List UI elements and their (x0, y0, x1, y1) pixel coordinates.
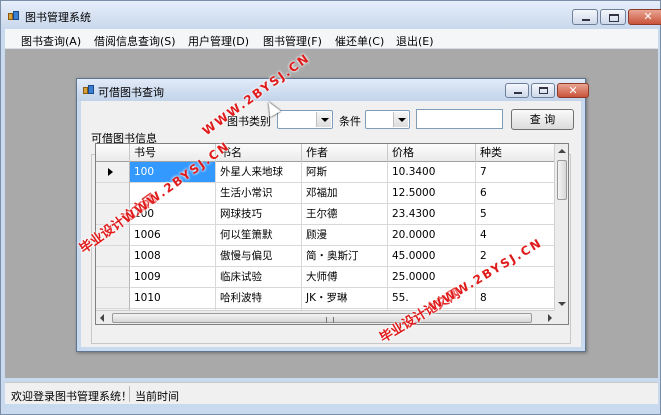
maximize-icon (609, 14, 619, 22)
scroll-up-icon[interactable] (558, 149, 566, 153)
main-window-controls: ✕ (570, 9, 661, 25)
cell-author[interactable]: 大师傅 (302, 267, 388, 288)
close-icon: ✕ (643, 10, 653, 23)
cell-kind[interactable]: 7 (476, 162, 556, 183)
cell-price[interactable]: 20.0000 (388, 225, 476, 246)
cell-author[interactable]: 顾漫 (302, 225, 388, 246)
chevron-down-icon[interactable] (316, 112, 331, 127)
status-welcome: 欢迎登录图书管理系统！ (11, 390, 132, 403)
status-time-label: 当前时间 (135, 390, 179, 403)
scroll-left-icon[interactable] (100, 314, 104, 322)
cell-kind[interactable]: 8 (476, 288, 556, 309)
row-header-corner (96, 144, 130, 162)
row-header[interactable] (96, 288, 130, 309)
chevron-down-icon[interactable] (393, 112, 408, 127)
status-bar: 欢迎登录图书管理系统！ 当前时间 (5, 382, 658, 404)
cell-kind[interactable]: 5 (476, 204, 556, 225)
cell-id[interactable]: 1008 (130, 246, 216, 267)
cell-name[interactable]: 外星人来地球 (216, 162, 302, 183)
column-header-kind[interactable]: 种类 (476, 144, 556, 162)
available-books-dialog: 可借图书查询 ✕ 图书类别 条件 查 询 可借图书信息 书号 书名 作者 价格 … (76, 78, 589, 352)
table-row[interactable]: 100 网球技巧 王尔德 23.4300 5 (96, 204, 556, 225)
vertical-scroll-thumb[interactable] (557, 160, 567, 200)
cell-author[interactable]: 王尔德 (302, 204, 388, 225)
books-grid[interactable]: 书号 书名 作者 价格 种类 100 外星人来地球 阿斯 10.3400 7 生活小常识邓… (95, 143, 569, 325)
category-combo[interactable] (277, 110, 333, 129)
dialog-title-bar[interactable]: 可借图书查询 ✕ (77, 79, 589, 101)
table-row[interactable]: 1006 何以笙箫默 顾漫 20.0000 4 (96, 225, 556, 246)
cell-kind[interactable]: 4 (476, 225, 556, 246)
dialog-close-button[interactable]: ✕ (557, 83, 589, 98)
menu-book-management[interactable]: 图书管理(F) (263, 33, 322, 49)
menu-user-management[interactable]: 用户管理(D) (188, 33, 249, 49)
cell-id[interactable]: 1006 (130, 225, 216, 246)
vertical-scrollbar[interactable] (554, 144, 568, 310)
cell-price[interactable]: 10.3400 (388, 162, 476, 183)
cell-author[interactable]: 邓福加 (302, 183, 388, 204)
horizontal-scrollbar[interactable] (96, 310, 556, 324)
cell-author[interactable]: 阿斯 (302, 162, 388, 183)
cell-price[interactable]: 12.5000 (388, 183, 476, 204)
dialog-minimize-button[interactable] (505, 83, 529, 98)
table-row[interactable]: 100 外星人来地球 阿斯 10.3400 7 (96, 162, 556, 183)
cell-name[interactable]: 生活小常识 (216, 183, 302, 204)
cell-id[interactable]: 1010 (130, 288, 216, 309)
cell-author[interactable]: JK・罗琳 (302, 288, 388, 309)
minimize-icon (582, 19, 590, 21)
menu-borrow-info-query[interactable]: 借阅信息查询(S) (94, 33, 176, 49)
close-button[interactable]: ✕ (628, 9, 661, 25)
menu-exit[interactable]: 退出(E) (396, 33, 434, 49)
dialog-maximize-button[interactable] (531, 83, 555, 98)
dialog-body: 图书类别 条件 查 询 可借图书信息 书号 书名 作者 价格 种类 100 外星人… (81, 101, 581, 347)
row-header[interactable] (96, 183, 130, 204)
row-header[interactable] (96, 162, 130, 183)
maximize-icon (539, 87, 548, 94)
close-icon: ✕ (568, 84, 578, 97)
column-header-author[interactable]: 作者 (302, 144, 388, 162)
cell-price[interactable]: 23.4300 (388, 204, 476, 225)
dialog-title: 可借图书查询 (98, 86, 164, 99)
condition-label: 条件 (339, 115, 361, 128)
menu-reminder[interactable]: 催还单(C) (335, 33, 384, 49)
cell-author[interactable]: 简・奥斯汀 (302, 246, 388, 267)
app-icon (8, 11, 20, 21)
dialog-icon (83, 85, 95, 95)
minimize-button[interactable] (572, 9, 598, 25)
cell-name[interactable]: 傲慢与偏见 (216, 246, 302, 267)
current-row-arrow-icon (108, 168, 113, 176)
dialog-window-controls: ✕ (503, 83, 589, 98)
cell-name[interactable]: 哈利波特 (216, 288, 302, 309)
cell-price[interactable]: 45.0000 (388, 246, 476, 267)
row-header[interactable] (96, 246, 130, 267)
table-row[interactable]: 1008 傲慢与偏见 简・奥斯汀 45.0000 2 (96, 246, 556, 267)
grid-header: 书号 书名 作者 价格 种类 (96, 144, 568, 162)
search-input[interactable] (416, 109, 503, 129)
cell-name[interactable]: 何以笙箫默 (216, 225, 302, 246)
main-window-title: 图书管理系统 (25, 11, 91, 24)
maximize-button[interactable] (600, 9, 626, 25)
table-row[interactable]: 1010 哈利波特 JK・罗琳 55. 8 (96, 288, 556, 309)
status-separator (129, 386, 130, 402)
scroll-down-icon[interactable] (558, 302, 566, 306)
minimize-icon (514, 92, 522, 94)
cell-name[interactable]: 网球技巧 (216, 204, 302, 225)
menu-bar: 图书查询(A) 借阅信息查询(S) 用户管理(D) 图书管理(F) 催还单(C)… (5, 29, 658, 49)
scroll-corner (554, 310, 568, 324)
cell-name[interactable]: 临床试验 (216, 267, 302, 288)
main-title-bar[interactable]: 图书管理系统 ✕ (1, 1, 661, 29)
scroll-right-icon[interactable] (548, 314, 552, 322)
column-header-price[interactable]: 价格 (388, 144, 476, 162)
query-button[interactable]: 查 询 (511, 109, 574, 130)
menu-book-query[interactable]: 图书查询(A) (21, 33, 81, 49)
cell-kind[interactable]: 6 (476, 183, 556, 204)
grip-icon (326, 317, 334, 323)
condition-combo[interactable] (365, 110, 410, 129)
horizontal-scroll-thumb[interactable] (112, 313, 532, 323)
cell-id[interactable]: 1009 (130, 267, 216, 288)
row-header[interactable] (96, 267, 130, 288)
